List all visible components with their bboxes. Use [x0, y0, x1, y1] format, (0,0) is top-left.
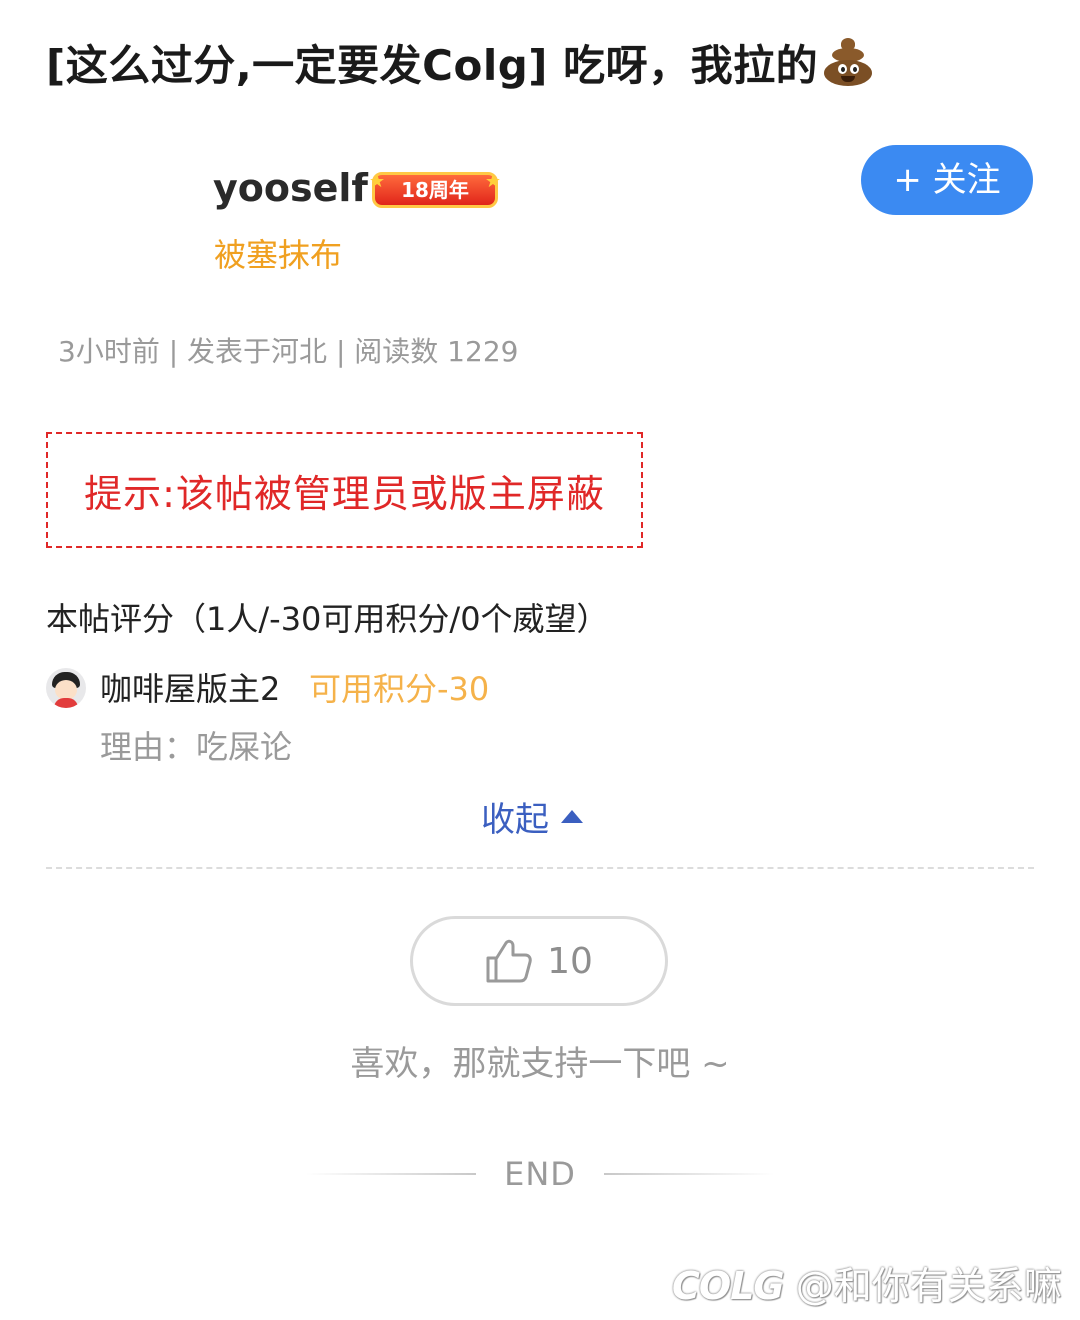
post-meta: 3小时前 | 发表于河北 | 阅读数 1229 — [58, 335, 519, 368]
watermark: COLG @和你有关系嘛 — [672, 1255, 1062, 1310]
rater-name[interactable]: 咖啡屋版主2 — [100, 664, 280, 710]
end-marker: END — [300, 1152, 780, 1196]
divider — [46, 867, 1034, 869]
rating-reason: 理由：吃屎论 — [100, 728, 293, 766]
collapse-button[interactable]: 收起 — [481, 792, 583, 841]
follow-button[interactable]: + 关注 — [861, 145, 1033, 215]
post-title: [这么过分,一定要发Colg] 吃呀，我拉的 — [46, 32, 874, 93]
like-count: 10 — [547, 940, 593, 982]
rating-score: 可用积分-30 — [309, 670, 490, 708]
star-icon: ★ — [369, 171, 386, 192]
end-text: END — [504, 1155, 576, 1193]
rating-summary: 本帖评分（1人/-30可用积分/0个威望） — [46, 600, 609, 638]
support-prompt: 喜欢，那就支持一下吧 ~ — [350, 1044, 730, 1084]
avatar[interactable] — [46, 668, 86, 708]
post-title-text: [这么过分,一定要发Colg] 吃呀，我拉的 — [46, 41, 819, 90]
author-title: 被塞抹布 — [214, 236, 343, 274]
poop-emoji-icon — [822, 38, 874, 88]
star-icon: ★ — [484, 171, 501, 192]
watermark-logo: COLG — [672, 1264, 785, 1308]
end-line-right — [603, 1173, 774, 1175]
author-name[interactable]: yooself — [213, 166, 368, 210]
thumbs-up-icon — [486, 939, 532, 983]
moderation-notice: 提示:该帖被管理员或版主屏蔽 — [46, 432, 643, 548]
moderation-notice-text: 提示:该帖被管理员或版主屏蔽 — [84, 471, 605, 516]
collapse-label: 收起 — [481, 800, 549, 840]
like-button[interactable]: 10 — [410, 916, 668, 1006]
end-line-left — [306, 1173, 477, 1175]
caret-up-icon — [561, 810, 583, 823]
watermark-text: @和你有关系嘛 — [795, 1264, 1062, 1308]
anniversary-badge-text: 18周年 — [401, 178, 469, 202]
anniversary-badge: ★ 18周年 ★ — [369, 171, 501, 208]
